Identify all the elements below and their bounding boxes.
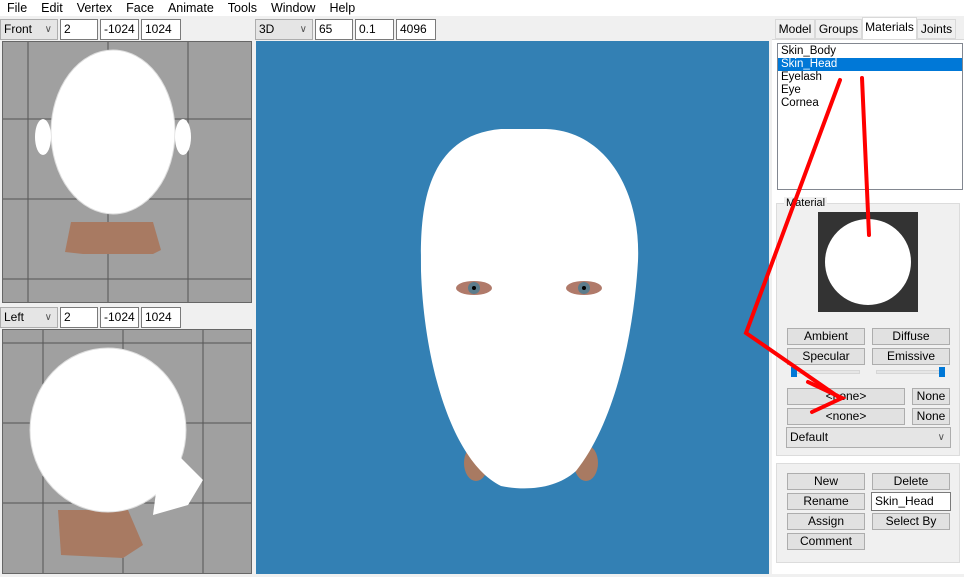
view-mode-label: Left [4, 309, 25, 324]
sphere-map-clear-button[interactable]: None [912, 408, 950, 425]
left-view-select[interactable]: Left ∨ [0, 306, 58, 328]
list-item[interactable]: Eye [778, 84, 962, 97]
delete-button[interactable]: Delete [872, 473, 950, 490]
menu-file[interactable]: File [0, 0, 34, 16]
3d-viewport[interactable] [256, 41, 769, 574]
tab-model[interactable]: Model [775, 19, 815, 39]
view-mode-label: Front [4, 21, 33, 36]
tab-materials[interactable]: Materials [862, 17, 917, 40]
3d-view-select[interactable]: 3D ∨ [255, 18, 313, 40]
emissive-button[interactable]: Emissive [872, 348, 950, 365]
materials-list[interactable]: Skin_Body Skin_Head Eyelash Eye Cornea [777, 43, 963, 190]
menu-help[interactable]: Help [322, 0, 362, 16]
slider-thumb[interactable] [791, 367, 797, 377]
assign-button[interactable]: Assign [787, 513, 865, 530]
blend-mode-select[interactable]: Default ∨ [786, 427, 951, 448]
material-preview [818, 212, 918, 312]
slider-thumb[interactable] [939, 367, 945, 377]
menu-face[interactable]: Face [119, 0, 161, 16]
sphere-map-button[interactable]: <none> [787, 408, 905, 425]
chevron-down-icon: ∨ [44, 311, 52, 323]
3d-field-far[interactable]: 4096 [396, 18, 436, 40]
front-field-c[interactable]: 1024 [141, 18, 181, 40]
new-button[interactable]: New [787, 473, 865, 490]
chevron-down-icon: ∨ [937, 432, 945, 443]
tab-groups[interactable]: Groups [815, 19, 862, 39]
material-group-label: Material [784, 197, 828, 209]
texture-button[interactable]: <none> [787, 388, 905, 405]
view-mode-label: 3D [259, 21, 275, 36]
left-toolbar: Left ∨ 2 -1024 1024 [0, 306, 181, 328]
menu-window[interactable]: Window [264, 0, 322, 16]
front-field-b[interactable]: -1024 [100, 18, 139, 40]
3d-field-near[interactable]: 0.1 [355, 18, 394, 40]
list-item[interactable]: Skin_Body [778, 45, 962, 58]
chevron-down-icon: ∨ [44, 23, 52, 35]
front-viewport[interactable] [2, 41, 252, 303]
shininess-slider[interactable] [791, 367, 860, 377]
ambient-button[interactable]: Ambient [787, 328, 865, 345]
diffuse-button[interactable]: Diffuse [872, 328, 950, 345]
texture-clear-button[interactable]: None [912, 388, 950, 405]
blend-mode-label: Default [790, 430, 829, 444]
3d-toolbar: 3D ∨ 65 0.1 4096 [255, 18, 436, 40]
list-item[interactable]: Cornea [778, 97, 962, 110]
3d-field-fov[interactable]: 65 [315, 18, 353, 40]
left-viewport[interactable] [2, 329, 252, 574]
menu-animate[interactable]: Animate [161, 0, 221, 16]
menu-edit[interactable]: Edit [34, 0, 70, 16]
list-item-selected[interactable]: Skin_Head [778, 58, 962, 71]
front-toolbar: Front ∨ 2 -1024 1024 [0, 18, 181, 40]
menu-tools[interactable]: Tools [221, 0, 264, 16]
front-field-a[interactable]: 2 [60, 18, 98, 40]
left-field-c[interactable]: 1024 [141, 306, 181, 328]
chevron-down-icon: ∨ [299, 23, 307, 35]
select-by-button[interactable]: Select By [872, 513, 950, 530]
front-view-select[interactable]: Front ∨ [0, 18, 58, 40]
rename-button[interactable]: Rename [787, 493, 865, 510]
comment-button[interactable]: Comment [787, 533, 865, 550]
left-field-a[interactable]: 2 [60, 306, 98, 328]
menu-bar: File Edit Vertex Face Animate Tools Wind… [0, 0, 964, 16]
left-field-b[interactable]: -1024 [100, 306, 139, 328]
rename-input[interactable]: Skin_Head [871, 492, 951, 511]
list-item[interactable]: Eyelash [778, 71, 962, 84]
specular-button[interactable]: Specular [787, 348, 865, 365]
transparency-slider[interactable] [876, 367, 945, 377]
menu-vertex[interactable]: Vertex [70, 0, 119, 16]
tab-joints[interactable]: Joints [917, 19, 956, 39]
